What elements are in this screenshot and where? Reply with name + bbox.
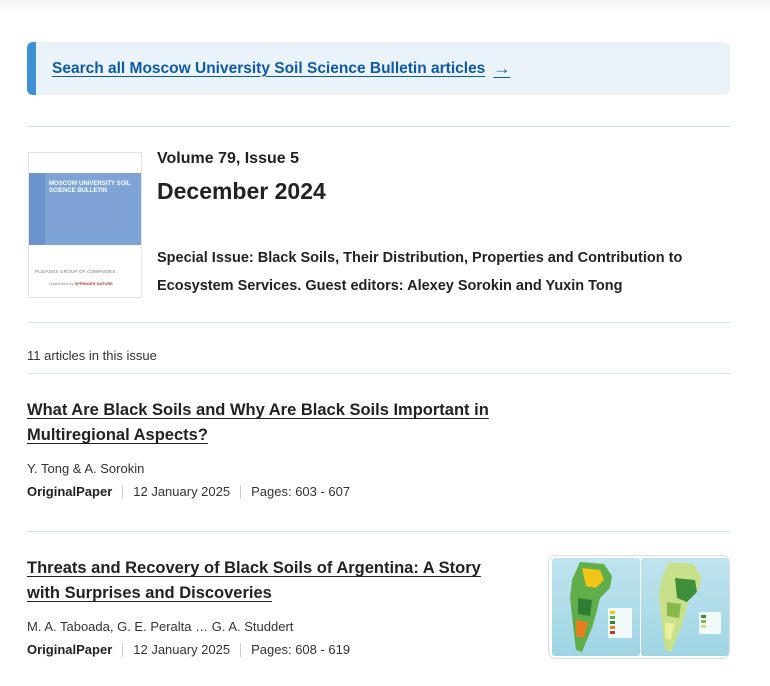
article-meta: OriginalPaper 12 January 2025 Pages: 603… bbox=[27, 484, 517, 499]
argentina-map-right bbox=[641, 558, 729, 656]
article-authors: M. A. Taboada, G. E. Peralta … G. A. Stu… bbox=[27, 619, 294, 634]
arrow-right-icon: → bbox=[493, 58, 511, 78]
article-title-link[interactable]: What Are Black Soils and Why Are Black S… bbox=[27, 398, 517, 448]
cover-journal-title: MOSCOW UNIVERSITY SOIL SCIENCE BULLETIN bbox=[49, 181, 131, 194]
cover-blue-block: MOSCOW UNIVERSITY SOIL SCIENCE BULLETIN bbox=[29, 173, 141, 245]
journal-cover-image[interactable]: MOSCOW UNIVERSITY SOIL SCIENCE BULLETIN … bbox=[28, 152, 142, 298]
search-link-label: Search all Moscow University Soil Scienc… bbox=[52, 59, 486, 77]
article-item: Threats and Recovery of Black Soils of A… bbox=[27, 556, 517, 657]
article-item: What Are Black Soils and Why Are Black S… bbox=[27, 398, 517, 499]
argentina-map-left bbox=[552, 558, 640, 656]
divider bbox=[27, 322, 730, 323]
cover-distributor: Distributed by SPRINGER NATURE bbox=[49, 281, 113, 286]
article-pages: Pages: 608 - 619 bbox=[251, 642, 351, 657]
cover-header bbox=[29, 153, 141, 173]
issue-volume: Volume 79, Issue 5 bbox=[157, 150, 299, 167]
cover-publisher: PLEIADES GROUP OF COMPANIES bbox=[35, 269, 116, 274]
article-pages: Pages: 603 - 607 bbox=[251, 484, 351, 499]
meta-separator bbox=[240, 484, 242, 499]
meta-separator bbox=[122, 484, 124, 499]
article-type: OriginalPaper bbox=[27, 642, 113, 657]
top-edge-shadow bbox=[0, 0, 770, 12]
search-banner: Search all Moscow University Soil Scienc… bbox=[27, 42, 730, 95]
article-date: 12 January 2025 bbox=[133, 642, 231, 657]
article-title-link[interactable]: Threats and Recovery of Black Soils of A… bbox=[27, 556, 517, 606]
article-authors: Y. Tong & A. Sorokin bbox=[27, 461, 145, 476]
article-thumbnail-image[interactable] bbox=[548, 555, 730, 659]
meta-separator bbox=[122, 642, 124, 657]
divider bbox=[27, 373, 730, 374]
article-type: OriginalPaper bbox=[27, 484, 113, 499]
cover-side-strip bbox=[29, 173, 45, 245]
divider bbox=[27, 126, 730, 127]
search-all-articles-link[interactable]: Search all Moscow University Soil Scienc… bbox=[52, 59, 510, 79]
special-issue-description: Special Issue: Black Soils, Their Distri… bbox=[157, 250, 683, 294]
divider bbox=[27, 531, 730, 532]
article-meta: OriginalPaper 12 January 2025 Pages: 608… bbox=[27, 642, 517, 657]
issue-date: December 2024 bbox=[157, 178, 326, 204]
article-date: 12 January 2025 bbox=[133, 484, 231, 499]
articles-count: 11 articles in this issue bbox=[27, 348, 157, 363]
meta-separator bbox=[240, 642, 242, 657]
